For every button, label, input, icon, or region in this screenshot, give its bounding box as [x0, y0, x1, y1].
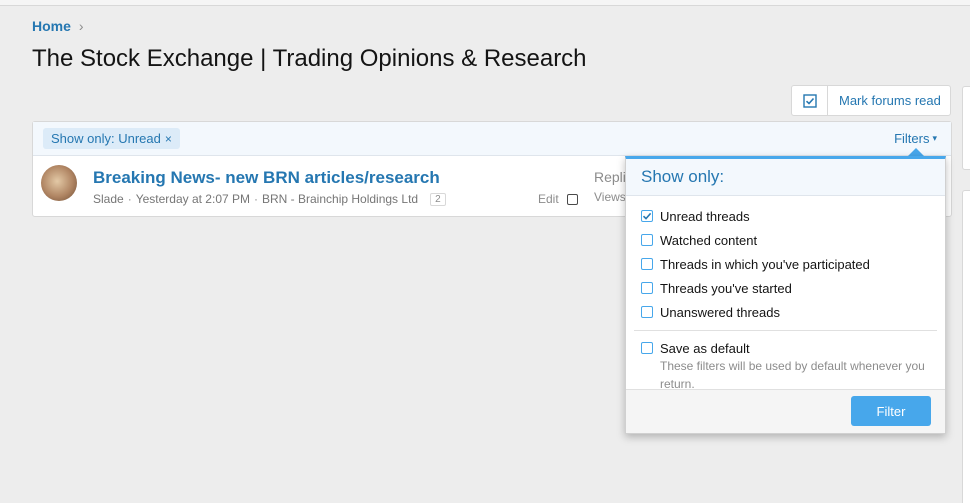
filter-options: Unread threads Watched content Threads i…: [626, 196, 945, 324]
chevron-right-icon: ›: [78, 18, 84, 34]
edit-control: Edit: [538, 192, 578, 206]
checkbox-icon[interactable]: [641, 258, 653, 270]
edit-label[interactable]: Edit: [538, 192, 559, 206]
filter-menu: Show only: Unread threads Watched conten…: [625, 156, 946, 434]
top-bar: [0, 0, 970, 6]
thread-date-link[interactable]: Yesterday at 2:07 PM: [136, 192, 250, 206]
replies-label: Repli: [594, 169, 626, 185]
page-title: The Stock Exchange | Trading Opinions & …: [32, 45, 587, 72]
sidebar-block: [962, 190, 970, 503]
close-icon[interactable]: ×: [165, 132, 172, 146]
menu-pointer: [908, 148, 924, 156]
meta-separator: ·: [127, 192, 132, 206]
filter-menu-footer: Filter: [626, 389, 945, 433]
filters-label: Filters: [894, 131, 930, 146]
filter-option-started[interactable]: Threads you've started: [641, 276, 945, 300]
filter-option-watched[interactable]: Watched content: [641, 228, 945, 252]
breadcrumb-home-link[interactable]: Home: [32, 18, 71, 34]
chip-label: Show only: Unread: [51, 131, 161, 146]
filter-bar: Show only: Unread × Filters ▾: [33, 122, 951, 156]
checkbox-checked-icon[interactable]: [641, 210, 653, 222]
checkbox-icon[interactable]: [641, 306, 653, 318]
checkbox-icon[interactable]: [641, 342, 653, 354]
option-label: Unanswered threads: [660, 304, 780, 320]
filter-option-unanswered[interactable]: Unanswered threads: [641, 300, 945, 324]
option-label: Watched content: [660, 232, 758, 248]
thread-title-link[interactable]: Breaking News- new BRN articles/research: [93, 168, 440, 188]
thread-meta: Slade · Yesterday at 2:07 PM · BRN - Bra…: [93, 192, 446, 206]
filter-submit-button[interactable]: Filter: [851, 396, 931, 426]
thread-forum-link[interactable]: BRN - Brainchip Holdings Ltd: [262, 192, 418, 206]
caret-down-icon: ▾: [932, 133, 937, 143]
option-label: Unread threads: [660, 208, 750, 224]
save-as-default-option[interactable]: Save as default: [641, 339, 945, 357]
filter-option-participated[interactable]: Threads in which you've participated: [641, 252, 945, 276]
checkbox-icon[interactable]: [641, 282, 653, 294]
active-filter-chip[interactable]: Show only: Unread ×: [43, 128, 180, 149]
option-label: Threads you've started: [660, 280, 792, 296]
save-default-hint: These filters will be used by default wh…: [660, 359, 925, 391]
thread-author-link[interactable]: Slade: [93, 192, 124, 206]
check-square-icon: [792, 86, 828, 115]
save-default-section: Save as default These filters will be us…: [626, 331, 945, 393]
meta-separator: ·: [254, 192, 258, 206]
sidebar-block: [962, 86, 970, 170]
option-label: Threads in which you've participated: [660, 256, 870, 272]
filters-dropdown-button[interactable]: Filters ▾: [894, 131, 937, 146]
filter-option-unread[interactable]: Unread threads: [641, 204, 945, 228]
breadcrumb: Home ›: [32, 18, 84, 34]
save-default-label: Save as default: [660, 340, 750, 356]
avatar[interactable]: [41, 165, 77, 201]
checkbox-icon[interactable]: [641, 234, 653, 246]
select-thread-checkbox[interactable]: [566, 193, 578, 205]
mark-forums-read-label: Mark forums read: [839, 93, 941, 108]
page-jump-link[interactable]: 2: [430, 192, 446, 206]
mark-forums-read-button[interactable]: Mark forums read: [791, 85, 951, 116]
views-label: Views:: [594, 190, 630, 204]
filter-menu-header: Show only:: [626, 159, 945, 196]
